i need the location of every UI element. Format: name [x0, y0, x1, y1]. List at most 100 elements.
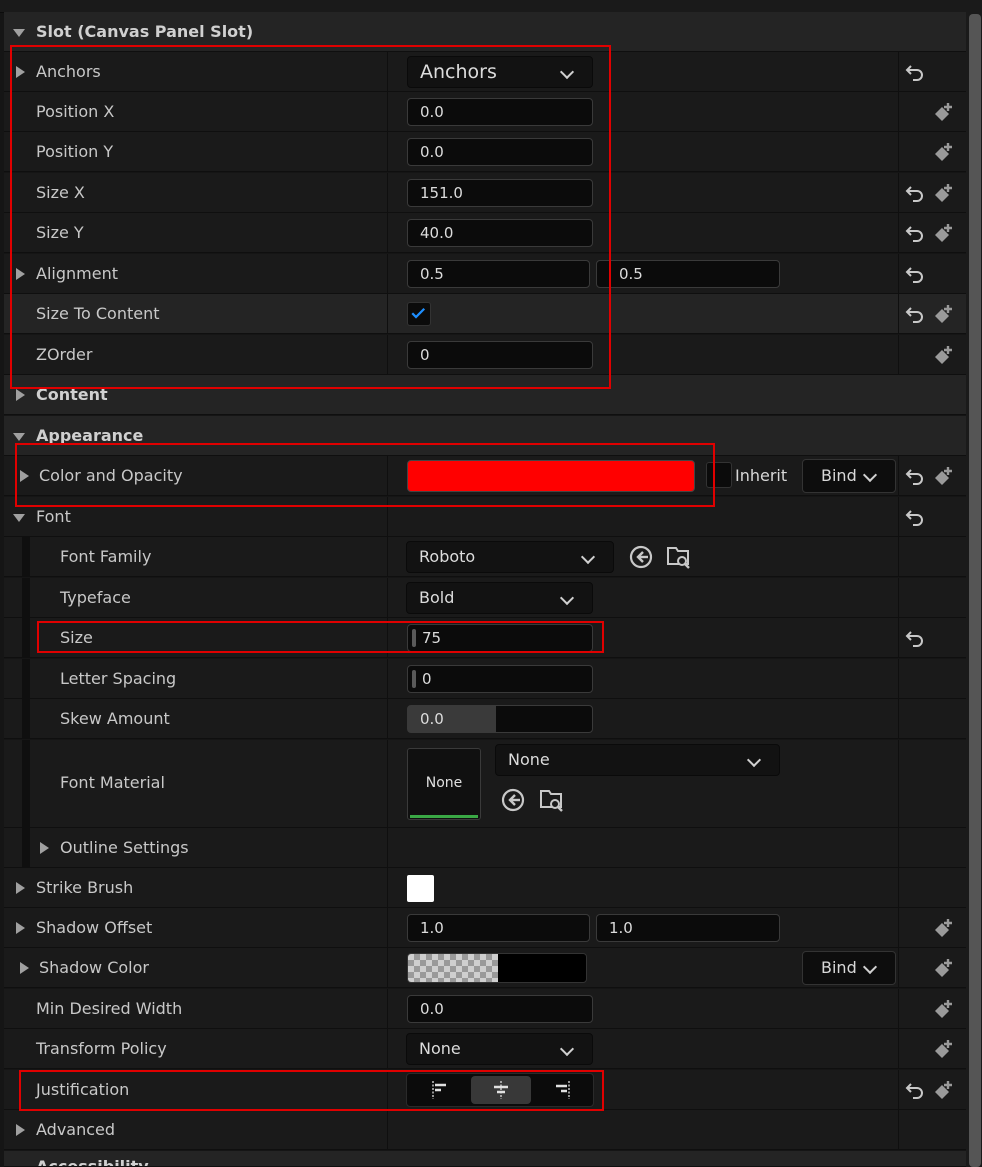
zorder-input[interactable]: 0 [407, 341, 593, 369]
row-font-material: Font Material None None [4, 740, 966, 828]
browse-asset-icon[interactable] [666, 544, 692, 570]
category-content[interactable]: Content [4, 375, 966, 415]
category-accessibility[interactable]: Accessibility [4, 1151, 966, 1167]
dropdown-value: None [419, 1039, 461, 1058]
min-desired-width-input[interactable]: 0.0 [407, 995, 593, 1023]
browse-asset-icon[interactable] [539, 787, 565, 813]
font-family-dropdown[interactable]: Roboto [406, 541, 614, 573]
add-keyframe-icon[interactable] [932, 1037, 956, 1061]
row-letter-spacing: Letter Spacing 0 [4, 659, 966, 699]
reset-to-default-icon[interactable] [904, 1079, 926, 1101]
add-keyframe-icon[interactable] [932, 997, 956, 1021]
justify-left-button[interactable] [409, 1076, 469, 1104]
property-label: Justification [36, 1080, 130, 1099]
size-to-content-checkbox[interactable] [407, 302, 431, 326]
row-size-y: Size Y 40.0 [4, 213, 966, 253]
bind-button[interactable]: Bind [802, 951, 896, 985]
transform-policy-dropdown[interactable]: None [406, 1033, 593, 1065]
letter-spacing-slider[interactable]: 0 [407, 665, 593, 693]
category-slot[interactable]: Slot (Canvas Panel Slot) [4, 12, 966, 52]
justify-right-button[interactable] [533, 1076, 593, 1104]
material-thumbnail[interactable]: None [407, 748, 481, 820]
expand-arrow-icon[interactable] [10, 416, 30, 456]
reset-to-default-icon[interactable] [904, 263, 926, 285]
add-keyframe-icon[interactable] [932, 221, 956, 245]
inherit-checkbox[interactable] [706, 462, 732, 488]
chevron-down-icon [580, 549, 596, 565]
typeface-dropdown[interactable]: Bold [406, 582, 593, 614]
slider-knob[interactable] [412, 670, 416, 688]
expand-arrow-icon[interactable] [10, 375, 30, 415]
color-opacity-swatch[interactable] [407, 460, 695, 492]
reset-to-default-icon[interactable] [904, 222, 926, 244]
expand-arrow-icon[interactable] [14, 456, 34, 496]
add-keyframe-icon[interactable] [932, 916, 956, 940]
add-keyframe-icon[interactable] [932, 100, 956, 124]
alignment-x-input[interactable]: 0.5 [407, 260, 590, 288]
property-label: Advanced [36, 1120, 116, 1139]
add-keyframe-icon[interactable] [932, 140, 956, 164]
expand-arrow-icon[interactable] [10, 497, 30, 537]
expand-arrow-icon[interactable] [34, 828, 54, 868]
align-right-icon [556, 1081, 570, 1099]
slider-knob[interactable] [412, 629, 416, 647]
align-left-icon [432, 1081, 446, 1099]
property-label: Size Y [36, 223, 84, 242]
expand-arrow-icon[interactable] [10, 868, 30, 908]
shadow-offset-y-input[interactable]: 1.0 [596, 914, 780, 942]
expand-arrow-icon[interactable] [14, 948, 34, 988]
add-keyframe-icon[interactable] [932, 956, 956, 980]
category-appearance[interactable]: Appearance [4, 416, 966, 456]
property-label: Outline Settings [60, 838, 189, 857]
use-selected-asset-icon[interactable] [628, 544, 654, 570]
skew-amount-slider[interactable]: 0.0 [407, 705, 593, 733]
property-label: Transform Policy [36, 1039, 167, 1058]
chevron-down-icon [559, 64, 575, 80]
reset-to-default-icon[interactable] [904, 627, 926, 649]
dropdown-value: Roboto [419, 547, 476, 566]
shadow-color-swatch[interactable] [407, 953, 587, 983]
expand-arrow-icon[interactable] [10, 12, 30, 52]
bind-button[interactable]: Bind [802, 459, 896, 493]
add-keyframe-icon[interactable] [932, 302, 956, 326]
font-material-dropdown[interactable]: None [495, 744, 780, 776]
expand-arrow-icon[interactable] [10, 1151, 30, 1166]
size-y-input[interactable]: 40.0 [407, 219, 593, 247]
bind-label: Bind [821, 958, 857, 977]
expand-arrow-icon[interactable] [10, 254, 30, 294]
property-label: Size X [36, 183, 85, 202]
expand-arrow-icon[interactable] [10, 908, 30, 948]
add-keyframe-icon[interactable] [932, 1078, 956, 1102]
scrollbar-thumb[interactable] [969, 14, 981, 1167]
expand-arrow-icon[interactable] [10, 52, 30, 92]
add-keyframe-icon[interactable] [932, 464, 956, 488]
reset-to-default-icon[interactable] [904, 61, 926, 83]
add-keyframe-icon[interactable] [932, 181, 956, 205]
dropdown-value: Anchors [420, 61, 497, 83]
add-keyframe-icon[interactable] [932, 343, 956, 367]
justify-center-button[interactable] [471, 1076, 531, 1104]
reset-to-default-icon[interactable] [904, 465, 926, 487]
row-shadow-offset: Shadow Offset 1.0 1.0 [4, 908, 966, 948]
chevron-down-icon [862, 467, 878, 483]
reset-to-default-icon[interactable] [904, 303, 926, 325]
use-selected-asset-icon[interactable] [500, 787, 526, 813]
shadow-offset-x-input[interactable]: 1.0 [407, 914, 590, 942]
alignment-y-input[interactable]: 0.5 [596, 260, 780, 288]
row-justification: Justification [4, 1070, 966, 1110]
position-y-input[interactable]: 0.0 [407, 138, 593, 166]
reset-to-default-icon[interactable] [904, 182, 926, 204]
reset-to-default-icon[interactable] [904, 506, 926, 528]
asset-type-bar [410, 815, 478, 818]
row-size-to-content: Size To Content [4, 294, 966, 334]
anchors-dropdown[interactable]: Anchors [407, 56, 593, 88]
position-x-input[interactable]: 0.0 [407, 98, 593, 126]
checkmark-icon [411, 307, 426, 319]
expand-arrow-icon[interactable] [10, 1110, 30, 1150]
font-size-slider[interactable]: 75 [407, 624, 593, 652]
strike-brush-swatch[interactable] [407, 875, 434, 902]
row-font-family: Font Family Roboto [4, 537, 966, 577]
size-x-input[interactable]: 151.0 [407, 179, 593, 207]
row-size-x: Size X 151.0 [4, 173, 966, 213]
row-advanced[interactable]: Advanced [4, 1110, 966, 1150]
